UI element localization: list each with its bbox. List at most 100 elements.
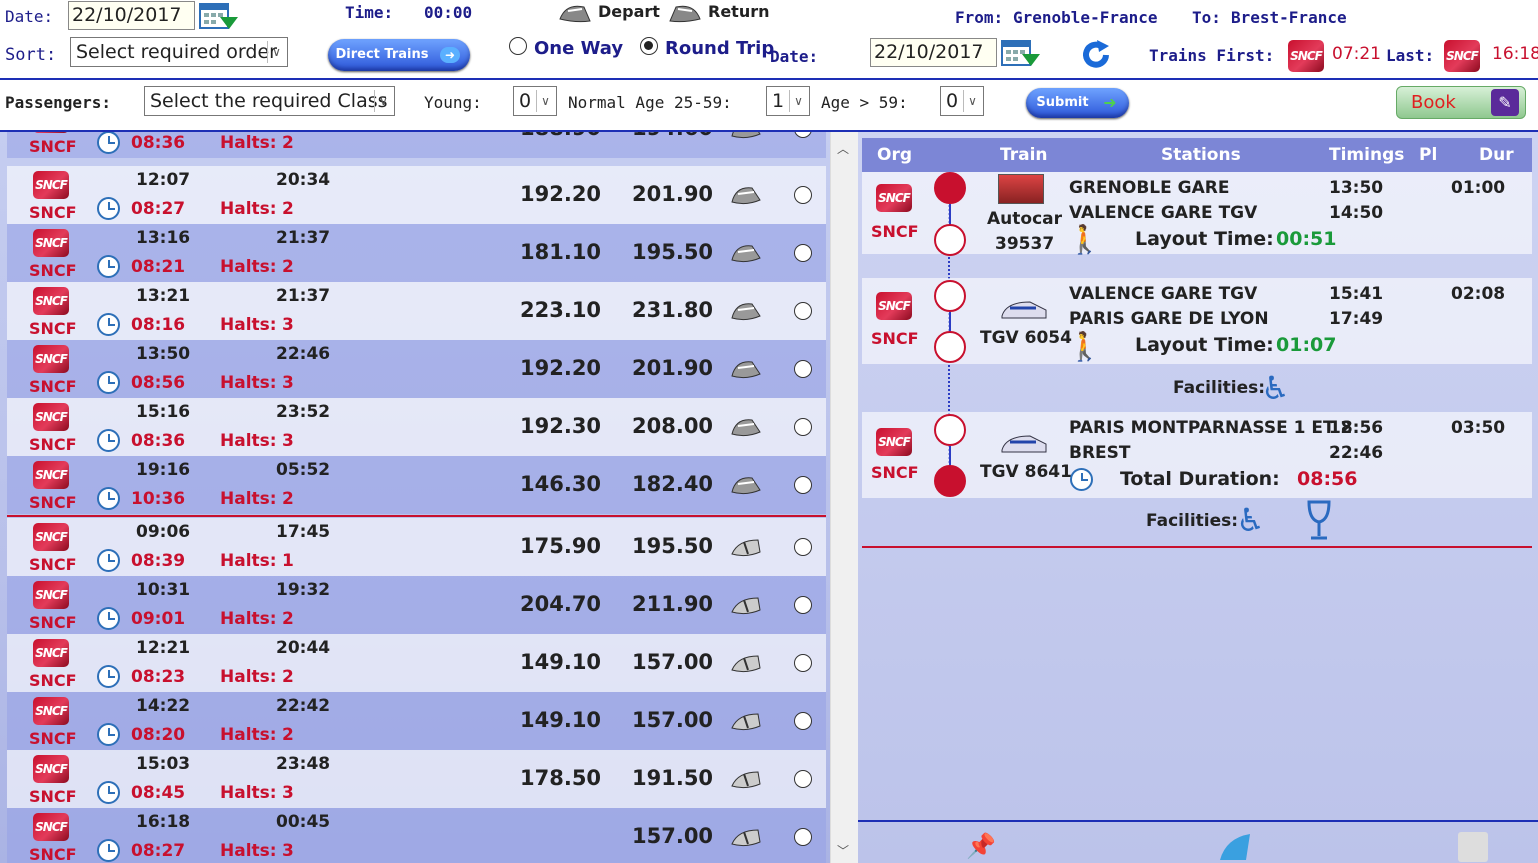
- total-duration-value: 08:56: [1297, 468, 1358, 490]
- submit-button[interactable]: Submit ➜: [1026, 88, 1129, 118]
- operator-label: SNCF: [29, 613, 77, 632]
- depart-label[interactable]: Depart: [598, 2, 660, 21]
- pin-icon[interactable]: 📌: [966, 832, 996, 862]
- price-economy: 178.50: [520, 766, 602, 790]
- journey-segment[interactable]: SNCF SNCF Autocar 39537 GRENOBLE GARE VA…: [862, 172, 1532, 256]
- refresh-icon[interactable]: [1079, 38, 1113, 72]
- printer-icon[interactable]: [1458, 832, 1488, 862]
- train-icon[interactable]: [1216, 832, 1256, 862]
- select-train-radio[interactable]: [794, 418, 812, 436]
- sort-label: Sort:: [5, 45, 57, 65]
- departure-time: 12:07: [136, 170, 191, 190]
- round-trip-radio[interactable]: [640, 37, 658, 55]
- price-economy: 192.20: [520, 356, 602, 380]
- operator-label: SNCF: [29, 435, 77, 454]
- direct-trains-button[interactable]: Direct Trains ➜: [328, 39, 470, 71]
- select-train-radio[interactable]: [794, 712, 812, 730]
- table-row[interactable]: SNCF SNCF 14:22 22:42 08:20 Halts: 2 149.10 157.…: [7, 692, 826, 750]
- select-train-radio[interactable]: [794, 186, 812, 204]
- return-calendar-icon[interactable]: [1000, 38, 1042, 70]
- sort-select-value: Select required order: [76, 41, 277, 63]
- time-value[interactable]: 00:00: [424, 3, 472, 22]
- route-segment: [949, 312, 951, 332]
- price-economy: 188.90: [520, 132, 601, 140]
- separator-line: [862, 546, 1532, 548]
- departure-time: 09:06: [136, 522, 191, 542]
- price-economy: 181.10: [520, 240, 602, 264]
- select-train-radio[interactable]: [794, 538, 812, 556]
- ticket-icon: ✎: [1491, 89, 1519, 116]
- departure-time: 14:22: [136, 696, 191, 716]
- halts-count: 2: [282, 609, 294, 629]
- table-row[interactable]: SNCF SNCF 13:50 22:46 08:56 Halts: 3 192.20 201.…: [7, 340, 826, 398]
- table-row[interactable]: SNCF SNCF 10:31 19:32 09:01 Halts: 2 204.70 211.…: [7, 576, 826, 634]
- scrollbar[interactable]: ︿ ﹀: [830, 132, 858, 863]
- table-row[interactable]: SNCF SNCF 13:16 21:37 08:21 Halts: 2 181.10 195.…: [7, 224, 826, 282]
- select-train-radio[interactable]: [794, 596, 812, 614]
- class-select[interactable]: Select the required Class ∨: [144, 86, 395, 116]
- total-duration-label: Total Duration:: [1120, 468, 1280, 490]
- arrow-right-icon: ➜: [1103, 93, 1117, 112]
- passengers-label: Passengers:: [5, 93, 111, 112]
- duration: 09:01: [131, 609, 186, 629]
- bus-icon: [998, 174, 1044, 204]
- round-trip-label[interactable]: Round Trip: [665, 38, 774, 59]
- arrival-time: 19:32: [276, 580, 331, 600]
- duration: 08:36: [131, 133, 186, 153]
- return-date-input[interactable]: 22/10/2017: [870, 38, 997, 67]
- price-first: 195.50: [632, 534, 714, 558]
- one-way-radio[interactable]: [509, 37, 527, 55]
- young-select[interactable]: 0 ∨: [513, 86, 557, 116]
- sncf-logo-icon: SNCF: [33, 813, 69, 841]
- duration: 08:16: [131, 315, 186, 335]
- scroll-down-icon[interactable]: ﹀: [837, 842, 849, 859]
- table-row[interactable]: SNCF SNCF 08:36 Halts:2 188.90 194.60: [7, 132, 826, 158]
- normal-age-select[interactable]: 1 ∨: [766, 86, 810, 116]
- sncf-logo-icon: SNCF: [33, 345, 69, 373]
- senior-age-select[interactable]: 0 ∨: [940, 86, 984, 116]
- select-train-radio[interactable]: [794, 132, 812, 138]
- select-train-radio[interactable]: [794, 828, 812, 846]
- restaurant-icon: [1304, 500, 1334, 542]
- select-train-radio[interactable]: [794, 244, 812, 262]
- price-first: 182.40: [632, 472, 714, 496]
- table-row[interactable]: SNCF SNCF 13:21 21:37 08:16 Halts: 3 223.10 231.…: [7, 282, 826, 340]
- table-row[interactable]: SNCF SNCF 15:16 23:52 08:36 Halts: 3 192.30 208.…: [7, 398, 826, 456]
- price-first: 201.90: [632, 356, 714, 380]
- table-row[interactable]: SNCF SNCF 19:16 05:52 10:36 Halts: 2 146.30 182.…: [7, 456, 826, 514]
- date-input[interactable]: 22/10/2017: [68, 1, 195, 30]
- duration: 08:20: [131, 725, 186, 745]
- duration: 08:45: [131, 783, 186, 803]
- select-train-radio[interactable]: [794, 360, 812, 378]
- train-type-icon: [730, 358, 761, 379]
- route-segment: [949, 446, 951, 466]
- station-stop-icon: [934, 280, 966, 312]
- select-train-radio[interactable]: [794, 476, 812, 494]
- price-first: 157.00: [632, 650, 714, 674]
- journey-segment[interactable]: SNCF SNCF TGV 8641 PARIS MONTPARNASSE 1 …: [862, 412, 1532, 498]
- table-row[interactable]: SNCF SNCF 12:07 20:34 08:27 Halts: 2 192.20 201.…: [7, 166, 826, 224]
- table-row[interactable]: SNCF SNCF 09:06 17:45 08:39 Halts: 1 175.90 195.…: [7, 518, 826, 576]
- tgv-train-icon: [1000, 430, 1048, 456]
- one-way-label[interactable]: One Way: [534, 38, 623, 59]
- book-button[interactable]: Book ✎: [1396, 86, 1526, 119]
- table-row[interactable]: SNCF SNCF 15:03 23:48 08:45 Halts: 3 178.50 191.…: [7, 750, 826, 808]
- calendar-icon[interactable]: [198, 1, 240, 33]
- scroll-up-icon[interactable]: ︿: [837, 140, 849, 157]
- select-train-radio[interactable]: [794, 770, 812, 788]
- operator-label: SNCF: [29, 787, 77, 806]
- table-row[interactable]: SNCF SNCF 16:18 00:45 08:27 Halts: 3 157.00: [7, 808, 826, 863]
- operator-label: SNCF: [29, 203, 77, 222]
- sort-select[interactable]: Select required order ∨: [70, 37, 288, 67]
- select-train-radio[interactable]: [794, 302, 812, 320]
- return-label[interactable]: Return: [708, 2, 770, 21]
- table-row[interactable]: SNCF SNCF 12:21 20:44 08:23 Halts: 2 149.10 157.…: [7, 634, 826, 692]
- results-list[interactable]: SNCFSNCF08:36Halts:2188.90194.60SNCFSNCF…: [0, 132, 830, 863]
- header-dur: Dur: [1479, 145, 1514, 165]
- price-economy: 223.10: [520, 298, 602, 322]
- train-type-icon: [730, 474, 761, 495]
- journey-segment[interactable]: SNCF SNCF TGV 6054 VALENCE GARE TGV PARI…: [862, 278, 1532, 364]
- select-train-radio[interactable]: [794, 654, 812, 672]
- station-to: BREST: [1069, 443, 1131, 463]
- clock-icon: [97, 723, 120, 746]
